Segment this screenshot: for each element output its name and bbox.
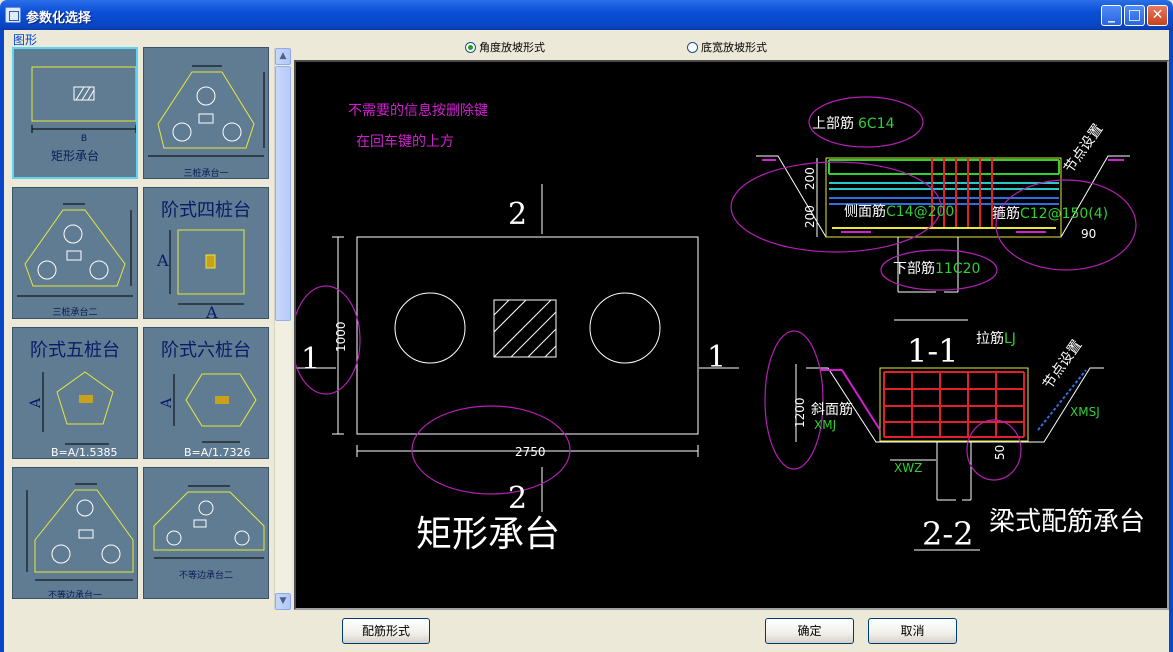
step-four-pile-preview: A A — [156, 229, 245, 319]
stirrup-label: 箍筋C12@150(4) — [992, 205, 1108, 222]
thumb-step-five-pile[interactable]: 阶式五桩台 A B=A/1.5385 — [12, 327, 138, 459]
scroll-thumb[interactable] — [275, 66, 291, 321]
thumb-three-pile-cap-2[interactable]: 三桩承台二 — [12, 187, 138, 319]
note-line-1: 不需要的信息按删除键 — [348, 102, 488, 119]
thumb-label: 三桩承台一 — [183, 169, 229, 179]
beam-cap-title: 梁式配筋承台 — [989, 507, 1145, 537]
maximize-button[interactable]: □ — [1124, 5, 1145, 26]
radio-selected-dot — [468, 44, 473, 50]
radio-circle — [465, 41, 476, 53]
section-mark-1-right: 1 — [707, 340, 726, 375]
section-mark-2-top: 2 — [508, 197, 527, 232]
scroll-down-button[interactable]: ▼ — [275, 593, 291, 610]
thumb-step-four-pile[interactable]: 阶式四桩台 A A — [143, 187, 269, 319]
window-title: 参数化选择 — [26, 11, 92, 26]
thumb-label: 矩形承台 — [50, 149, 99, 163]
radio-label: 底宽放坡形式 — [701, 41, 767, 54]
thumb-formula: B=A/1.5385 — [51, 446, 118, 459]
bottom-bar-label-text: 下部筋 — [893, 260, 935, 277]
title-bar[interactable]: 参数化选择 _ □ ✕ — [0, 0, 1173, 30]
node-setting-top: 节点设置 — [1061, 121, 1106, 176]
tie-label: 拉筋LJ — [976, 330, 1016, 347]
dim-200-a: 200 — [803, 167, 817, 190]
dim-height: 1000 — [334, 321, 348, 352]
slope-form-options: 角度放坡形式 底宽放坡形式 — [294, 30, 1169, 60]
minimize-button[interactable]: _ — [1101, 5, 1122, 26]
svg-text:A: A — [205, 303, 218, 319]
step-six-pile-preview: A — [159, 373, 257, 443]
radio-circle — [687, 41, 698, 53]
app-icon — [5, 7, 21, 23]
stirrup-value: C12@150(4) — [1020, 206, 1108, 222]
chevron-up-icon: ▲ — [279, 51, 287, 61]
svg-text:A: A — [159, 397, 175, 409]
three-pile-cap-1-preview — [148, 65, 265, 157]
thumb-unequal-cap-2[interactable]: 不等边承台二 — [143, 467, 269, 599]
node-setting-bottom: 节点设置 — [1040, 337, 1085, 392]
radio-label: 角度放坡形式 — [479, 41, 545, 54]
thumb-rect-cap[interactable]: B 矩形承台 — [12, 47, 138, 179]
angle-label: 90 — [1081, 227, 1096, 241]
drawing-canvas: 不需要的信息按删除键 在回车键的上方 2 2 1 1 1000 2750 矩形承… — [294, 60, 1169, 610]
svg-text:B: B — [81, 134, 87, 144]
bottom-bar-label: 下部筋11C20 — [893, 260, 980, 277]
section-1-1-title: 1-1 — [907, 332, 959, 370]
rebar-form-button[interactable]: 配筋形式 — [342, 618, 430, 644]
scroll-up-button[interactable]: ▲ — [275, 48, 291, 65]
top-bar-value: 6C14 — [858, 116, 895, 132]
chevron-down-icon: ▼ — [279, 596, 287, 606]
thumb-label: 不等边承台二 — [178, 571, 233, 581]
step-five-pile-preview: A — [28, 371, 114, 445]
minimize-icon: _ — [1108, 7, 1115, 23]
top-bar-label-text: 上部筋 — [812, 115, 854, 132]
thumb-step-six-pile[interactable]: 阶式六桩台 A B=A/1.7326 — [143, 327, 269, 459]
dim-width: 2750 — [515, 445, 546, 459]
xwz-label: XWZ — [894, 461, 922, 475]
cancel-button[interactable]: 取消 — [868, 618, 957, 644]
thumb-unequal-cap-1[interactable]: 不等边承台一 — [12, 467, 138, 599]
dim-200-b: 200 — [803, 205, 817, 228]
unequal-cap-1-preview — [26, 483, 134, 581]
slope-bar-value: XMJ — [814, 418, 836, 432]
radio-bottom-width-slope[interactable]: 底宽放坡形式 — [687, 39, 767, 55]
plan-view — [296, 184, 739, 512]
cap-drawing: 不需要的信息按删除键 在回车键的上方 2 2 1 1 1000 2750 矩形承… — [296, 96, 1145, 555]
window-border-right — [1169, 30, 1173, 652]
thumb-three-pile-cap-1[interactable]: 三桩承台一 — [143, 47, 269, 179]
thumb-label: 三桩承台二 — [52, 308, 98, 318]
svg-text:A: A — [156, 251, 169, 270]
tie-label-text: 拉筋 — [976, 330, 1004, 347]
section-mark-1-left: 1 — [301, 342, 320, 377]
side-bar-label: 侧面筋C14@200 — [844, 203, 954, 220]
close-icon: ✕ — [1151, 7, 1164, 23]
slope-bar-label: 斜面筋 — [811, 401, 853, 418]
shape-thumbnails: B 矩形承台 三桩承台一 三桩承台二 阶式四桩台 A A 阶式五桩台 A B=A… — [12, 47, 275, 609]
dim-50: 50 — [993, 445, 1007, 460]
close-button[interactable]: ✕ — [1147, 5, 1168, 26]
ok-button[interactable]: 确定 — [765, 618, 854, 644]
section-2-2-title: 2-2 — [922, 515, 974, 553]
thumb-formula: B=A/1.7326 — [184, 446, 251, 459]
xmsj-label: XMSJ — [1070, 405, 1100, 419]
shape-list-panel: 图形 B 矩形承台 三桩承台一 三桩承台二 阶式四桩台 A A 阶式五桩台 A … — [4, 30, 292, 610]
bottom-bar-value: 11C20 — [935, 261, 980, 277]
stirrup-label-text: 箍筋 — [992, 205, 1020, 222]
shape-group-label: 图形 — [13, 33, 38, 47]
section-mark-2-bottom: 2 — [508, 481, 527, 516]
dialog-button-bar: 配筋形式 确定 取消 — [4, 610, 1169, 652]
tie-value: LJ — [1004, 331, 1016, 347]
radio-angle-slope[interactable]: 角度放坡形式 — [465, 39, 545, 55]
three-pile-cap-2-preview — [17, 203, 133, 297]
note-line-2: 在回车键的上方 — [356, 133, 454, 150]
thumb-label: 不等边承台一 — [47, 591, 102, 599]
plan-title: 矩形承台 — [416, 514, 560, 555]
maximize-icon: □ — [1127, 7, 1142, 23]
svg-text:A: A — [28, 397, 44, 409]
side-bar-label-text: 侧面筋 — [844, 203, 886, 220]
dim-1200: 1200 — [793, 397, 807, 428]
top-bar-label: 上部筋 6C14 — [812, 115, 895, 132]
thumbnail-scrollbar[interactable]: ▲ ▼ — [274, 48, 291, 610]
side-bar-value: C14@200 — [886, 204, 954, 220]
preview-panel: 角度放坡形式 底宽放坡形式 不需要的信息按删除键 在回车键的上方 2 2 1 1… — [294, 30, 1169, 610]
